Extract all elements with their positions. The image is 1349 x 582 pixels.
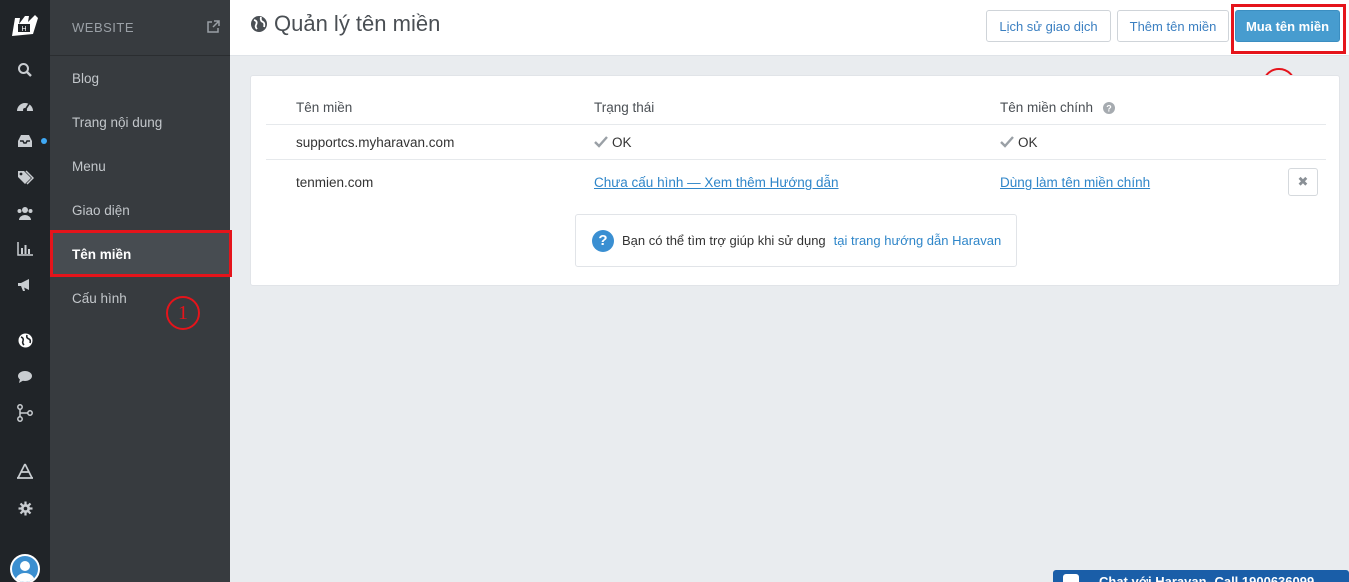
website-sidebar: WEBSITE Blog Trang nội dung Menu Giao di… (50, 0, 230, 582)
status-cell: OK (594, 133, 632, 151)
column-header-primary: Tên miền chính (1000, 100, 1094, 115)
annotation-marker-1: 1 (166, 296, 200, 330)
chat-widget-bar[interactable]: Chat với Haravan- Call 1900636099 (1053, 570, 1349, 582)
help-box: ? Bạn có thể tìm trợ giúp khi sử dụng tạ… (575, 214, 1017, 267)
sidebar-item-label: Blog (72, 70, 100, 86)
reports-chart-icon[interactable] (0, 237, 50, 261)
svg-text:H: H (21, 26, 26, 33)
sidebar-item-menu[interactable]: Menu (50, 144, 230, 188)
sidebar-header: WEBSITE (50, 0, 230, 56)
remove-domain-button[interactable]: ✖ (1288, 168, 1318, 196)
row-divider (266, 159, 1326, 160)
sidebar-item-label: Cấu hình (72, 290, 127, 306)
external-link-icon[interactable] (206, 20, 220, 39)
highlight-box-domains (50, 230, 232, 277)
globe-website-icon[interactable] (0, 328, 50, 352)
integrations-icon[interactable] (0, 401, 50, 425)
notification-dot (41, 138, 47, 144)
tags-icon[interactable] (0, 165, 50, 189)
sidebar-item-label: Giao diện (72, 202, 130, 218)
customers-icon[interactable] (0, 201, 50, 225)
sidebar-item-label: Menu (72, 158, 106, 174)
question-icon: ? (592, 229, 614, 252)
sidebar-item-pages[interactable]: Trang nội dung (50, 100, 230, 144)
sidebar-item-themes[interactable]: Giao diện (50, 188, 230, 232)
primary-cell: OK (1000, 133, 1038, 151)
sidebar-item-label: Trang nội dung (72, 114, 163, 130)
dashboard-icon[interactable] (0, 93, 50, 117)
haravan-logo-icon[interactable]: H (0, 10, 50, 42)
add-domain-button[interactable]: Thêm tên miền (1117, 10, 1229, 42)
domain-name: supportcs.myharavan.com (296, 134, 455, 150)
column-header-status: Trạng thái (594, 100, 655, 115)
domains-card: Tên miền Trạng thái Tên miền chính ? sup… (250, 75, 1340, 286)
set-primary-domain-link[interactable]: Dùng làm tên miền chính (1000, 173, 1150, 191)
row-divider (266, 124, 1326, 125)
help-guide-link[interactable]: tại trang hướng dẫn Haravan (834, 233, 1002, 248)
icon-rail: H (0, 0, 50, 582)
help-text: Bạn có thể tìm trợ giúp khi sử dụng (622, 233, 826, 248)
sidebar-item-blog[interactable]: Blog (50, 56, 230, 100)
status-text: OK (612, 134, 632, 150)
page-title-text: Quản lý tên miền (274, 11, 441, 36)
transaction-history-button[interactable]: Lịch sử giao dịch (986, 10, 1111, 42)
column-header-domain: Tên miền (296, 100, 353, 115)
domain-name: tenmien.com (296, 174, 374, 190)
page-title: Quản lý tên miền (250, 11, 440, 37)
check-icon (1000, 136, 1014, 148)
svg-text:?: ? (1106, 104, 1112, 114)
search-icon[interactable] (0, 58, 50, 82)
sidebar-section-title: WEBSITE (72, 20, 135, 35)
highlight-box-buy-domain (1231, 4, 1346, 54)
chat-bubble-icon[interactable] (0, 365, 50, 389)
configure-guide-link[interactable]: Chưa cấu hình — Xem thêm Hướng dẫn (594, 173, 839, 191)
globe-icon (251, 16, 267, 32)
check-icon (594, 136, 608, 148)
megaphone-icon[interactable] (0, 273, 50, 297)
page-header: Quản lý tên miền Lịch sử giao dịch Thêm … (230, 0, 1349, 56)
apps-store-icon[interactable] (0, 459, 50, 483)
settings-gear-icon[interactable] (0, 496, 50, 520)
sidebar-item-preferences[interactable]: Cấu hình (50, 276, 230, 320)
primary-text: OK (1018, 134, 1038, 150)
chat-icon (1063, 574, 1079, 582)
annotation-number: 1 (178, 301, 188, 324)
chat-label: Chat với Haravan- Call 1900636099 (1099, 574, 1315, 582)
user-avatar[interactable] (10, 554, 40, 582)
help-tooltip-icon[interactable]: ? (1103, 101, 1115, 119)
